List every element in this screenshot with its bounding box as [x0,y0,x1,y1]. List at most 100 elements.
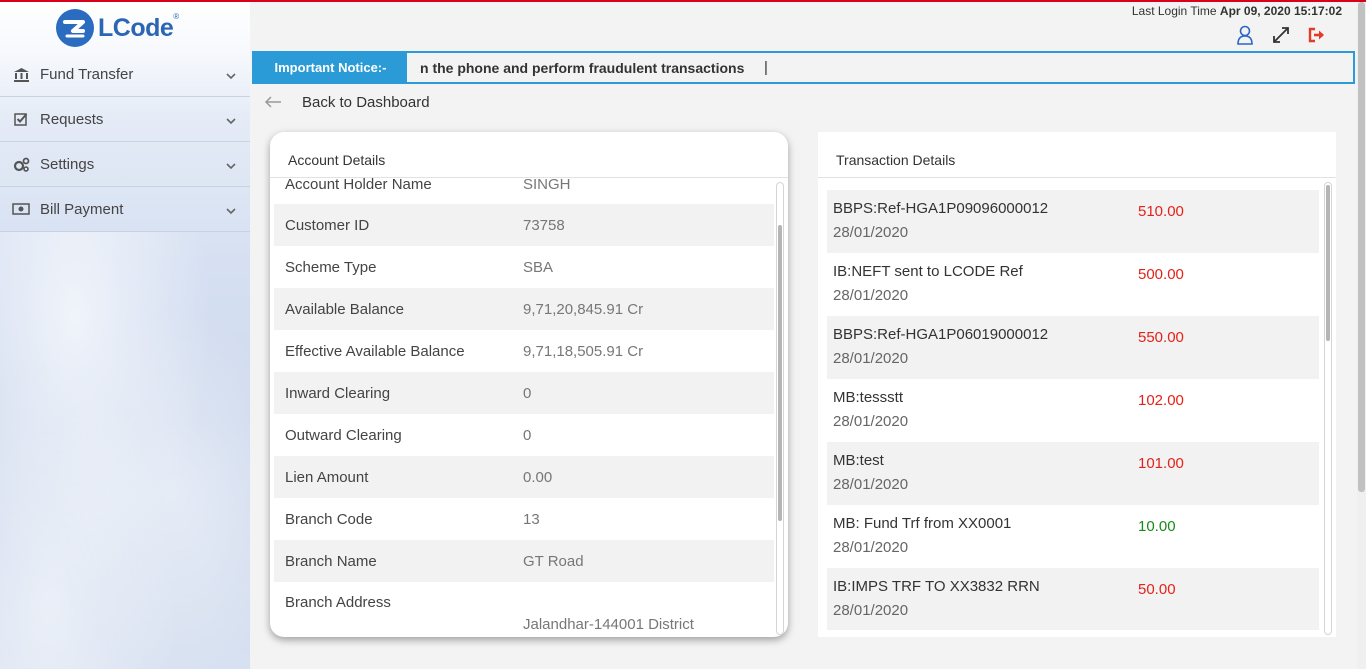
account-row: Branch Address Jalandhar-144001 District [274,582,774,637]
transaction-row[interactable]: BBPS:Ref-HGA1P09096000012 28/01/2020 510… [827,190,1319,253]
notice-separator: | [764,59,768,76]
transaction-details-title: Transaction Details [836,152,956,168]
user-icon[interactable] [1234,24,1256,46]
notice-label: Important Notice:- [254,53,407,82]
transaction-description: MB:tessstt [833,389,904,406]
chevron-down-icon [226,202,236,220]
sidebar: LCode ® Fund Transfer Requests Settings … [0,2,250,669]
page-scrollbar-thumb[interactable] [1358,2,1365,492]
account-row: Branch Code 13 [274,498,774,540]
transaction-date: 28/01/2020 [833,602,909,619]
logo-mark-icon [56,9,94,47]
transaction-amount: 510.00 [1138,203,1184,220]
sidebar-item-fund-transfer[interactable]: Fund Transfer [0,52,250,97]
account-row-key: Customer ID [285,216,370,234]
account-row-value: 0 [523,384,532,402]
sidebar-item-label: Requests [40,110,104,128]
check-square-icon [12,111,30,127]
sidebar-menu: Fund Transfer Requests Settings Bill Pay… [0,52,250,232]
account-row-key: Scheme Type [285,258,377,276]
transaction-row[interactable]: IB:IMPS TRF TO XX3832 RRN 28/01/2020 50.… [827,568,1319,630]
transaction-details-card: Transaction Details BBPS:Ref-HGA1P090960… [818,132,1336,637]
transaction-date: 28/01/2020 [833,287,909,304]
page-scrollbar[interactable] [1357,2,1366,669]
transaction-date: 28/01/2020 [833,350,909,367]
back-to-dashboard-label: Back to Dashboard [302,94,430,111]
account-row: Effective Available Balance 9,71,18,505.… [274,330,774,372]
account-row-value: SBA [523,258,554,276]
sidebar-item-bill-payment[interactable]: Bill Payment [0,187,250,232]
account-row: Customer ID 73758 [274,204,774,246]
chevron-down-icon [226,157,236,175]
sidebar-item-label: Settings [40,155,95,173]
transaction-row[interactable]: MB: Fund Trf from XX0001 28/01/2020 10.0… [827,505,1319,568]
account-row-value: SINGH [523,178,571,193]
transaction-row[interactable]: IB:NEFT sent to LCODE Ref 28/01/2020 500… [827,253,1319,316]
arrow-left-icon [264,92,282,113]
sidebar-item-label: Bill Payment [40,200,124,218]
account-row-value: Jalandhar-144001 District [523,616,694,633]
account-row: Outward Clearing 0 [274,414,774,456]
header-actions [1234,24,1328,46]
transaction-row[interactable]: MB:test 28/01/2020 101.00 [827,442,1319,505]
transaction-date: 28/01/2020 [833,539,909,556]
transaction-amount: 550.00 [1138,329,1184,346]
brand-registered-mark: ® [173,12,180,21]
account-row-key: Outward Clearing [285,426,402,444]
transaction-amount: 10.00 [1138,518,1176,535]
transaction-date: 28/01/2020 [833,476,909,493]
bank-icon [12,66,30,82]
account-row: Branch Name GT Road [274,540,774,582]
notice-marquee-text: n the phone and perform fraudulent trans… [420,60,745,76]
account-row: Lien Amount 0.00 [274,456,774,498]
account-row-value: GT Road [523,552,584,570]
last-login-label: Last Login Time [1131,4,1217,18]
account-details-title: Account Details [288,152,386,168]
last-login: Last Login Time Apr 09, 2020 15:17:02 [1132,4,1342,18]
last-login-value: Apr 09, 2020 15:17:02 [1219,4,1342,18]
divider [818,177,1336,178]
account-row-key: Effective Available Balance [285,342,465,360]
transaction-amount: 102.00 [1138,392,1184,409]
sidebar-item-requests[interactable]: Requests [0,97,250,142]
account-details-card: Account Details Account Holder Name SING… [270,132,788,637]
transaction-description: BBPS:Ref-HGA1P06019000012 [833,326,1049,343]
account-row-key: Branch Code [285,510,373,528]
sidebar-item-settings[interactable]: Settings [0,142,250,187]
transaction-description: BBPS:Ref-HGA1P09096000012 [833,200,1049,217]
account-row-value: 73758 [523,216,565,234]
account-row: Available Balance 9,71,20,845.91 Cr [274,288,774,330]
account-row-value: 9,71,18,505.91 Cr [523,342,644,360]
transaction-description: MB: Fund Trf from XX0001 [833,515,1012,532]
money-bill-icon [12,201,30,217]
account-row-value: 0 [523,426,532,444]
chevron-down-icon [226,112,236,130]
transaction-amount: 500.00 [1138,266,1184,283]
back-to-dashboard-link[interactable]: Back to Dashboard [264,92,430,113]
brand-name: LCode [98,13,174,42]
scrollbar-thumb[interactable] [778,225,782,521]
sidebar-item-label: Fund Transfer [40,65,134,83]
chevron-down-icon [226,67,236,85]
scrollbar-thumb[interactable] [1326,185,1330,341]
transaction-list[interactable]: BBPS:Ref-HGA1P09096000012 28/01/2020 510… [827,190,1319,630]
transaction-list-scrollbar[interactable] [1324,182,1332,635]
account-details-scrollbar[interactable] [776,182,784,635]
account-row: Inward Clearing 0 [274,372,774,414]
brand-logo[interactable]: LCode ® [56,6,179,50]
account-row: Account Holder Name SINGH [274,178,774,204]
account-row-key: Branch Address [285,594,391,611]
account-row: Scheme Type SBA [274,246,774,288]
account-row-value: 0.00 [523,468,553,486]
transaction-description: IB:NEFT sent to LCODE Ref [833,263,1023,280]
gears-icon [12,156,30,172]
account-row-key: Available Balance [285,300,404,318]
account-details-list[interactable]: Account Holder Name SINGH Customer ID 73… [274,178,774,637]
transaction-row[interactable]: BBPS:Ref-HGA1P06019000012 28/01/2020 550… [827,316,1319,379]
transaction-row[interactable]: MB:tessstt 28/01/2020 102.00 [827,379,1319,442]
expand-icon[interactable] [1270,24,1292,46]
account-row-value: 9,71,20,845.91 Cr [523,300,644,318]
transaction-amount: 50.00 [1138,581,1176,598]
logout-icon[interactable] [1306,24,1328,46]
transaction-description: MB:test [833,452,884,469]
